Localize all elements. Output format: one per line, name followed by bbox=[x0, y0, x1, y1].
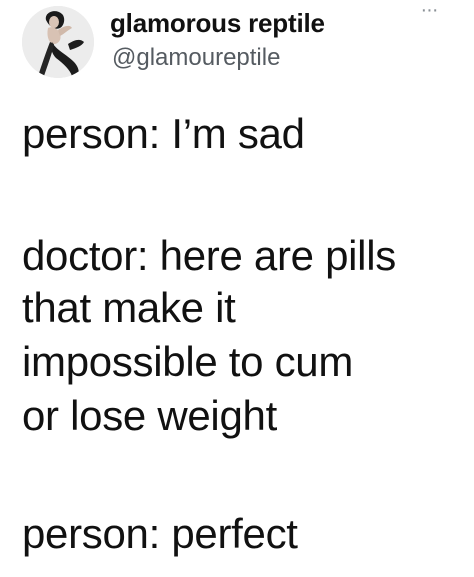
avatar[interactable] bbox=[22, 6, 94, 78]
tweet-card: glamorous reptile @glamoureptile ··· per… bbox=[0, 0, 474, 577]
tweet-text-line-5: or lose weight bbox=[22, 392, 277, 439]
tweet-text-line-1: person: I’m sad bbox=[22, 110, 305, 157]
tweet-text-line-4: impossible to cum bbox=[22, 338, 354, 385]
tweet-text-line-2: doctor: here are pills bbox=[22, 232, 396, 279]
display-name[interactable]: glamorous reptile bbox=[110, 8, 325, 39]
more-options-icon[interactable]: ··· bbox=[413, 0, 445, 24]
profile-photo-icon bbox=[22, 6, 94, 78]
user-handle[interactable]: @glamoureptile bbox=[112, 44, 280, 72]
tweet-text-line-3: that make it bbox=[22, 284, 236, 331]
tweet-text-line-6: person: perfect bbox=[22, 510, 298, 557]
